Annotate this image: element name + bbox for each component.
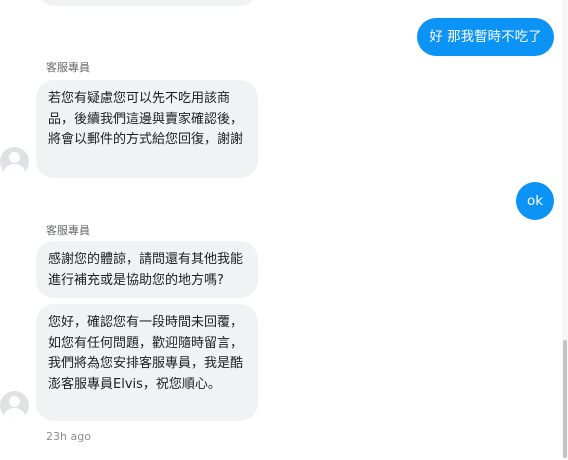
user-avatar-icon[interactable] — [0, 391, 29, 420]
scrollbar-thumb[interactable] — [563, 340, 567, 458]
message-text: 感謝您的體諒，請問還有其他我能進行補充或是協助您的地方嗎? — [48, 252, 244, 288]
sender-name: 客服專員 — [46, 61, 90, 74]
message-text: ok — [526, 193, 544, 209]
outgoing-message-bubble: ok — [516, 182, 554, 220]
outgoing-message-bubble: 好 那我暫時不吃了 — [417, 18, 554, 56]
sender-name: 客服專員 — [46, 224, 90, 237]
incoming-message-bubble: 若您有疑慮您可以先不吃用該商品，後續我們這邊與賣家確認後，將會以郵件的方式給您回… — [36, 80, 258, 178]
chat-thread: 好 那我暫時不吃了 客服專員 若您有疑慮您可以先不吃用該商品，後續我們這邊與賣家… — [0, 0, 568, 460]
message-timestamp: 23h ago — [46, 430, 91, 443]
message-text: 您好，確認您有一段時間未回覆，如您有任何問題，歡迎隨時留言，我們將為您安排客服專… — [48, 315, 244, 392]
message-text: 好 那我暫時不吃了 — [429, 29, 542, 45]
previous-message-bubble — [36, 0, 258, 6]
message-text: 若您有疑慮您可以先不吃用該商品，後續我們這邊與賣家確認後，將會以郵件的方式給您回… — [48, 91, 244, 147]
user-avatar-icon[interactable] — [0, 147, 29, 176]
incoming-message-bubble: 您好，確認您有一段時間未回覆，如您有任何問題，歡迎隨時留言，我們將為您安排客服專… — [36, 304, 258, 421]
incoming-message-bubble: 感謝您的體諒，請問還有其他我能進行補充或是協助您的地方嗎? — [36, 241, 258, 298]
